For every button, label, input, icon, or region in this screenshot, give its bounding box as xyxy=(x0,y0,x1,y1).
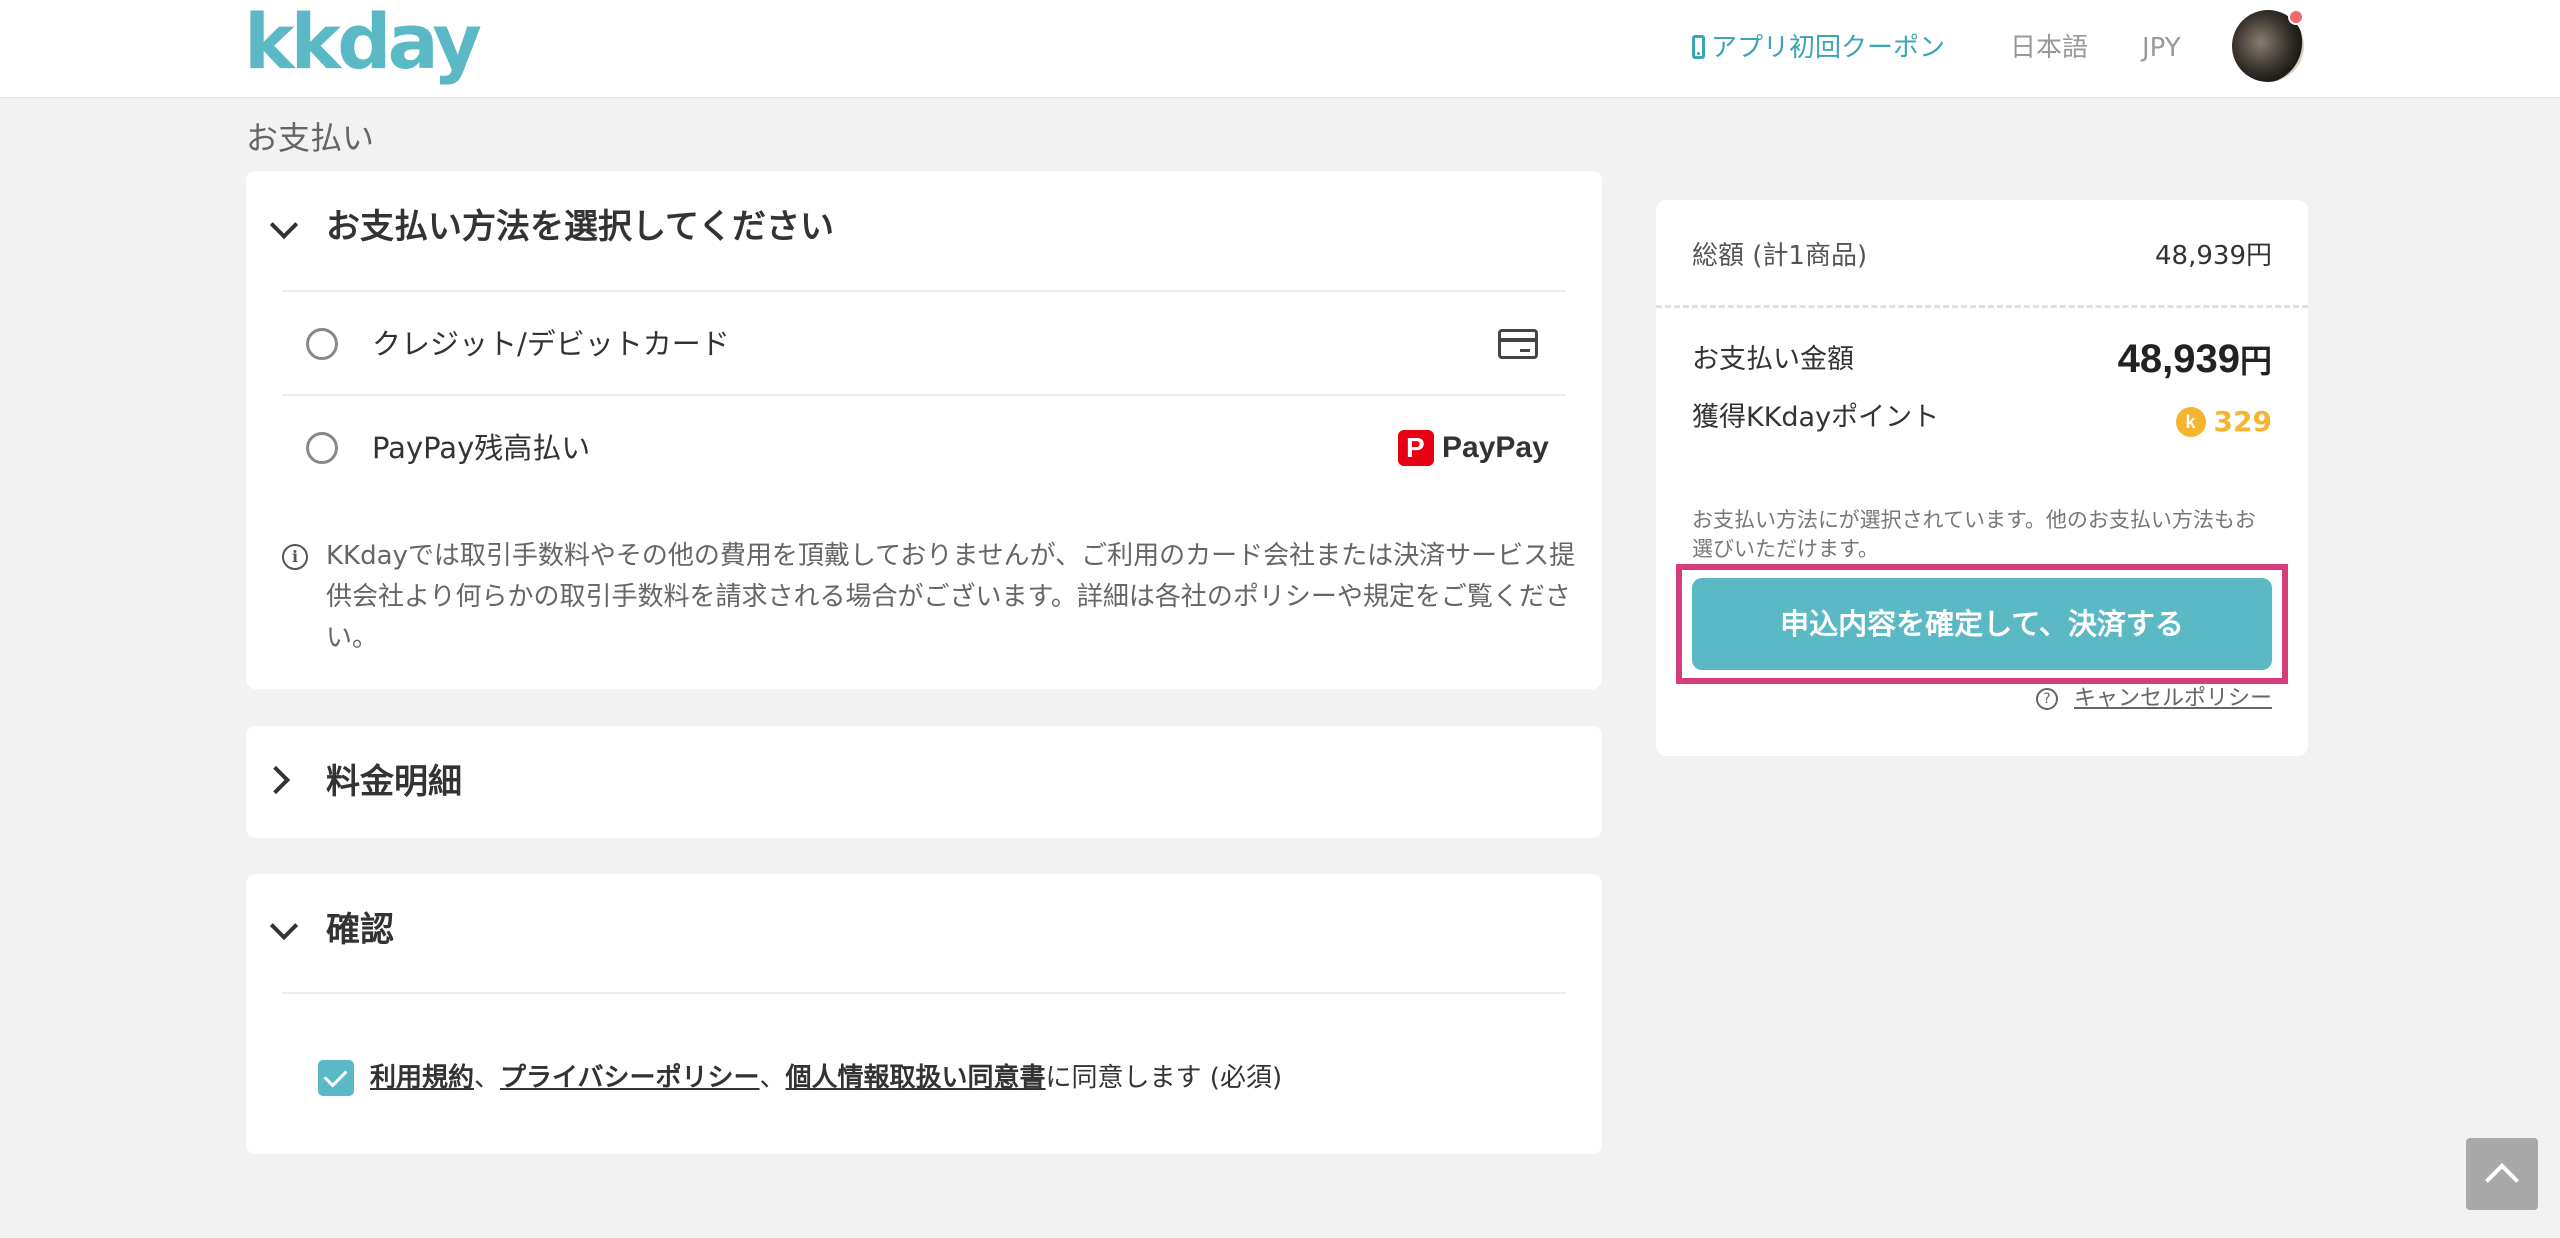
currency-selector[interactable]: JPY xyxy=(2142,30,2181,66)
paypay-icon xyxy=(1398,430,1434,466)
paypay-label: PayPay残高払い xyxy=(372,431,591,465)
confirm-and-pay-button[interactable]: 申込内容を確定して、決済する xyxy=(1692,578,2272,670)
total-amount: 48,939円 xyxy=(2118,334,2272,386)
kkday-logo[interactable]: kkday xyxy=(244,2,482,82)
personal-info-consent-link[interactable]: 個人情報取扱い同意書 xyxy=(786,1063,1046,1093)
total-amount-number: 48,939 xyxy=(2117,337,2240,381)
chevron-down-icon[interactable] xyxy=(269,911,299,941)
chevron-down-icon[interactable] xyxy=(269,210,299,240)
page-title: お支払い xyxy=(246,119,375,157)
fee-details-title[interactable]: 料金明細 xyxy=(326,760,462,804)
cancel-policy-link[interactable]: ? キャンセルポリシー xyxy=(2035,684,2272,714)
total-amount-yen: 円 xyxy=(2239,342,2272,380)
language-selector[interactable]: 日本語 xyxy=(2010,30,2088,66)
user-avatar[interactable] xyxy=(2232,9,2304,82)
points-value: 329 xyxy=(2213,405,2272,438)
top-header: kkday アプリ初回クーポン 日本語 JPY xyxy=(0,0,2560,98)
paypay-radio[interactable] xyxy=(306,432,338,464)
terms-link[interactable]: 利用規約 xyxy=(370,1063,474,1093)
question-icon: ? xyxy=(2035,688,2058,710)
cancel-policy-label[interactable]: キャンセルポリシー xyxy=(2074,684,2272,714)
credit-card-radio[interactable] xyxy=(306,328,338,360)
order-summary-card: 総額 (計1商品) 48,939円 お支払い金額 48,939円 獲得KKday… xyxy=(1656,200,2308,756)
app-coupon-link[interactable]: アプリ初回クーポン xyxy=(1692,30,1945,66)
credit-card-label: クレジット/デビットカード xyxy=(372,327,730,361)
kkday-point-icon: k xyxy=(2175,407,2206,437)
points-earned: k 329 xyxy=(2175,404,2272,440)
fee-notice: KKdayでは取引手数料やその他の費用を頂戴しておりませんが、ご利用のカード会社… xyxy=(326,541,1576,653)
info-icon: i xyxy=(282,544,308,570)
payment-method-title[interactable]: お支払い方法を選択してください xyxy=(326,205,834,249)
notification-dot xyxy=(2288,9,2304,25)
dashed-divider xyxy=(1656,305,2308,308)
confirmation-card: 確認 利用規約、プライバシーポリシー、個人情報取扱い同意書に同意します (必須) xyxy=(246,874,1602,1154)
agree-suffix: に同意します (必須) xyxy=(1045,1063,1283,1093)
separator: 、 xyxy=(759,1063,786,1093)
phone-icon xyxy=(1692,35,1705,59)
back-to-top-button[interactable] xyxy=(2466,1138,2538,1210)
privacy-policy-link[interactable]: プライバシーポリシー xyxy=(500,1063,759,1093)
separator: 、 xyxy=(474,1063,501,1093)
chevron-right-icon[interactable] xyxy=(261,765,291,795)
agree-statement: 利用規約、プライバシーポリシー、個人情報取扱い同意書に同意します (必須) xyxy=(370,1060,1282,1096)
payment-method-card: お支払い方法を選択してください クレジット/デビットカード PayPay残高払い… xyxy=(246,171,1602,689)
paypay-logo: PayPay xyxy=(1398,428,1549,468)
credit-card-icon xyxy=(1498,329,1538,359)
total-label: お支払い金額 xyxy=(1692,344,1854,375)
paypay-logo-text: PayPay xyxy=(1442,431,1549,464)
app-coupon-label: アプリ初回クーポン xyxy=(1711,33,1946,63)
subtotal-label: 総額 (計1商品) xyxy=(1692,241,1868,271)
divider xyxy=(282,992,1566,994)
payment-option-paypay[interactable]: PayPay残高払い PayPay xyxy=(282,396,1566,498)
points-label: 獲得KKdayポイント xyxy=(1692,402,1940,433)
payment-selected-note: お支払い方法にが選択されています。他のお支払い方法もお選びいただけます。 xyxy=(1692,508,2256,561)
agree-checkbox[interactable] xyxy=(318,1060,354,1096)
payment-option-credit-card[interactable]: クレジット/デビットカード xyxy=(282,292,1566,394)
subtotal-value: 48,939円 xyxy=(2155,241,2272,271)
confirmation-title[interactable]: 確認 xyxy=(326,908,394,952)
fee-details-card[interactable]: 料金明細 xyxy=(246,726,1602,838)
